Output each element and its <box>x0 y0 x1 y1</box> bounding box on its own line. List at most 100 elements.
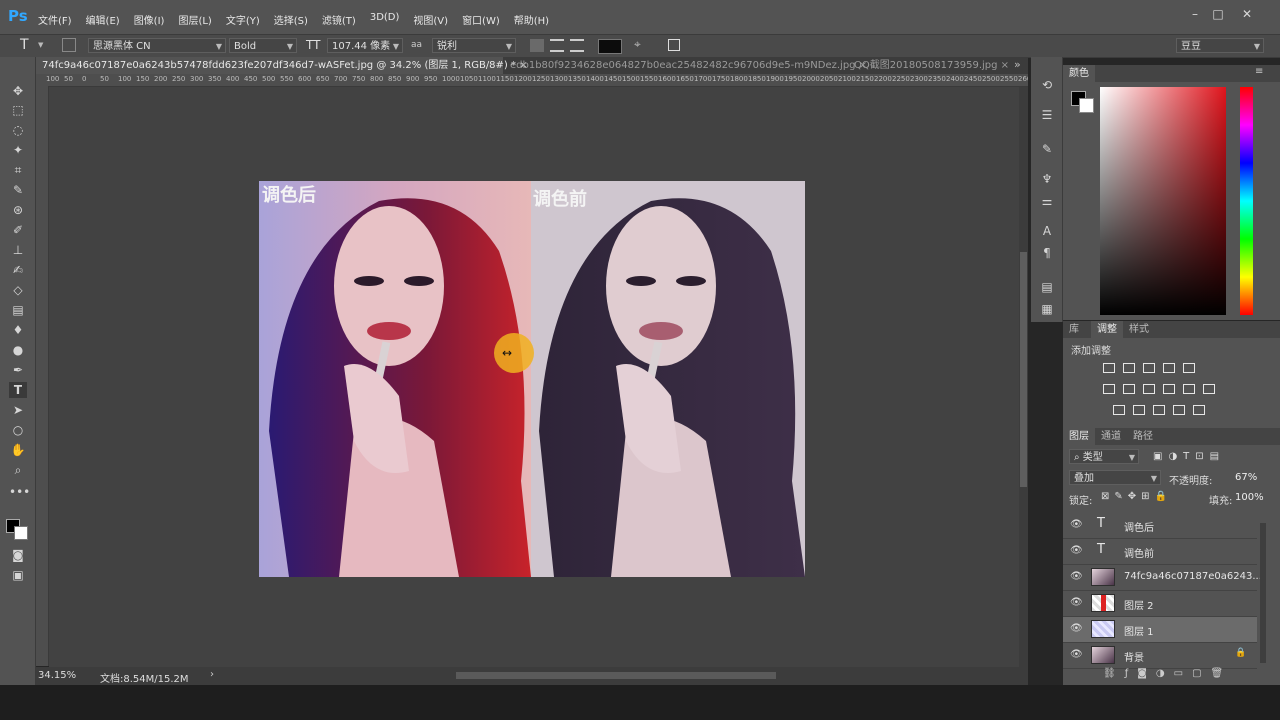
tab-document-2[interactable]: edb1b80f9234628e064827b0eac25482482c9670… <box>504 57 873 74</box>
tab-adjustments[interactable]: 调整 <box>1091 321 1123 338</box>
scroll-thumb[interactable] <box>1020 252 1027 487</box>
dodge-tool-icon[interactable]: ● <box>9 342 27 358</box>
panel-menu-icon[interactable]: ≡ <box>1255 66 1263 77</box>
horizontal-scroll-thumb[interactable] <box>456 672 776 679</box>
menu-item[interactable]: 滤镜(T) <box>322 12 356 27</box>
adjustment-icon[interactable] <box>1163 363 1175 373</box>
history-panel-icon[interactable]: ⟲ <box>1039 77 1055 93</box>
adjustment-icon[interactable] <box>1143 363 1155 373</box>
menu-item[interactable]: 图层(L) <box>178 12 211 27</box>
background-color-swatch[interactable] <box>14 526 28 540</box>
visibility-eye-icon[interactable]: 👁 <box>1070 623 1083 634</box>
adjustment-icon[interactable] <box>1103 384 1115 394</box>
brushes-panel-icon[interactable]: ♆ <box>1039 171 1055 187</box>
vertical-scrollbar[interactable] <box>1019 87 1028 667</box>
menu-item[interactable]: 文件(F) <box>38 12 72 27</box>
background-color-swatch[interactable] <box>1079 98 1094 113</box>
after-label[interactable]: 调色后 <box>262 181 316 207</box>
ellipse-tool-icon[interactable]: ○ <box>9 422 27 438</box>
properties-panel-icon[interactable]: ☰ <box>1039 107 1055 123</box>
restore-button[interactable]: □ <box>1211 8 1225 20</box>
menu-item[interactable]: 帮助(H) <box>514 12 549 27</box>
antialias-dropdown[interactable]: 锐利 ▼ <box>432 38 516 53</box>
adjustment-icon[interactable] <box>1123 363 1135 373</box>
tab-libraries[interactable]: 库 <box>1063 321 1085 338</box>
before-label[interactable]: 调色前 <box>533 185 587 211</box>
workspace-dropdown[interactable]: 豆豆 ▼ <box>1176 38 1264 53</box>
magic-wand-icon[interactable]: ✦ <box>9 142 27 158</box>
tab-document-1[interactable]: 74fc9a46c07187e0a6243b57478fdd623fe207df… <box>36 57 528 74</box>
blend-mode-dropdown[interactable]: 叠加 ▼ <box>1069 470 1161 485</box>
type-tool-icon[interactable]: T <box>9 382 27 398</box>
close-button[interactable]: ✕ <box>1240 8 1254 20</box>
lock-icons[interactable]: ⊠✎✥⊞🔒 <box>1101 491 1172 502</box>
zoom-level[interactable]: 34.15% <box>38 670 76 681</box>
crop-tool-icon[interactable]: ⌗ <box>9 162 27 178</box>
healing-brush-icon[interactable]: ⊛ <box>9 202 27 218</box>
warp-text-icon[interactable]: ⌖ <box>634 37 641 52</box>
screen-mode-icon[interactable]: ▣ <box>9 567 27 583</box>
move-tool-icon[interactable]: ✥ <box>9 83 27 99</box>
visibility-eye-icon[interactable]: 👁 <box>1070 649 1083 660</box>
type-tool-icon[interactable]: T <box>20 37 29 53</box>
status-menu-arrow[interactable]: › <box>210 669 214 680</box>
tab-channels[interactable]: 通道 <box>1095 428 1127 445</box>
zoom-tool-icon[interactable]: ⌕ <box>9 462 27 478</box>
layer-row[interactable]: 👁 图层 1 <box>1063 617 1257 643</box>
adjustments-icon[interactable]: ⚌ <box>1039 193 1055 209</box>
tab-color[interactable]: 颜色 <box>1063 65 1095 82</box>
menu-item[interactable]: 选择(S) <box>274 12 308 27</box>
layer-actions[interactable]: ⛓ƒ◙◑▭▢🗑 <box>1103 668 1232 679</box>
adjustment-icon[interactable] <box>1143 384 1155 394</box>
more-tabs-icon[interactable]: » <box>1014 58 1021 71</box>
adjustment-icon[interactable] <box>1173 405 1185 415</box>
font-family-dropdown[interactable]: 思源黑体 CN ▼ <box>88 38 226 53</box>
fill-value[interactable]: 100% <box>1235 492 1264 503</box>
tab-layers[interactable]: 图层 <box>1063 428 1095 445</box>
align-left-icon[interactable] <box>530 39 544 52</box>
character-panel-icon[interactable] <box>668 39 680 51</box>
adjustment-icon[interactable] <box>1193 405 1205 415</box>
adjustment-icon[interactable] <box>1153 405 1165 415</box>
lasso-tool-icon[interactable]: ◌ <box>9 122 27 138</box>
visibility-eye-icon[interactable]: 👁 <box>1070 571 1083 582</box>
hue-slider[interactable] <box>1240 87 1253 315</box>
layers-scrollbar[interactable] <box>1260 523 1266 663</box>
path-selection-icon[interactable]: ➤ <box>9 402 27 418</box>
blur-tool-icon[interactable]: ♦ <box>9 322 27 338</box>
visibility-eye-icon[interactable]: 👁 <box>1070 519 1083 530</box>
menu-item[interactable]: 3D(D) <box>370 12 400 27</box>
adjustment-icon[interactable] <box>1163 384 1175 394</box>
gradient-tool-icon[interactable]: ▤ <box>9 302 27 318</box>
tab-paths[interactable]: 路径 <box>1127 428 1159 445</box>
brush-settings-icon[interactable]: ✎ <box>1039 141 1055 157</box>
menu-item[interactable]: 窗口(W) <box>462 12 500 27</box>
layer-row[interactable]: 👁 T 调色后 <box>1063 513 1257 539</box>
layer-row[interactable]: 👁 T 调色前 <box>1063 539 1257 565</box>
minimize-button[interactable]: – <box>1188 8 1202 20</box>
adjustment-icon[interactable] <box>1183 363 1195 373</box>
quick-mask-icon[interactable]: ◙ <box>9 547 27 563</box>
visibility-eye-icon[interactable]: 👁 <box>1070 545 1083 556</box>
adjustment-icon[interactable] <box>1113 405 1125 415</box>
tab-styles[interactable]: 样式 <box>1123 321 1155 338</box>
eraser-icon[interactable]: ◇ <box>9 282 27 298</box>
document-image[interactable]: ↔ 调色后 调色前 <box>259 181 805 577</box>
adjustment-icon[interactable] <box>1203 384 1215 394</box>
menu-item[interactable]: 编辑(E) <box>86 12 120 27</box>
menu-item[interactable]: 视图(V) <box>413 12 448 27</box>
layer-row[interactable]: 👁 74fc9a46c07187e0a6243... <box>1063 565 1262 591</box>
clone-stamp-icon[interactable]: ⊥ <box>9 242 27 258</box>
history-brush-icon[interactable]: ✍ <box>9 262 27 278</box>
layer-row[interactable]: 👁 背景 🔒 <box>1063 643 1257 669</box>
orientation-icon[interactable] <box>62 38 76 52</box>
visibility-eye-icon[interactable]: 👁 <box>1070 597 1083 608</box>
hand-tool-icon[interactable]: ✋ <box>9 442 27 458</box>
filter-icons[interactable]: ▣◑T⊡▤ <box>1153 451 1225 462</box>
notes-panel-icon[interactable]: ▦ <box>1039 301 1055 317</box>
more-tools-icon[interactable]: ••• <box>9 484 30 500</box>
character-panel-icon[interactable]: A <box>1039 223 1055 239</box>
paragraph-panel-icon[interactable]: ¶ <box>1039 245 1055 261</box>
align-center-icon[interactable] <box>550 39 564 52</box>
font-size-dropdown[interactable]: 107.44 像素 ▼ <box>327 38 403 53</box>
